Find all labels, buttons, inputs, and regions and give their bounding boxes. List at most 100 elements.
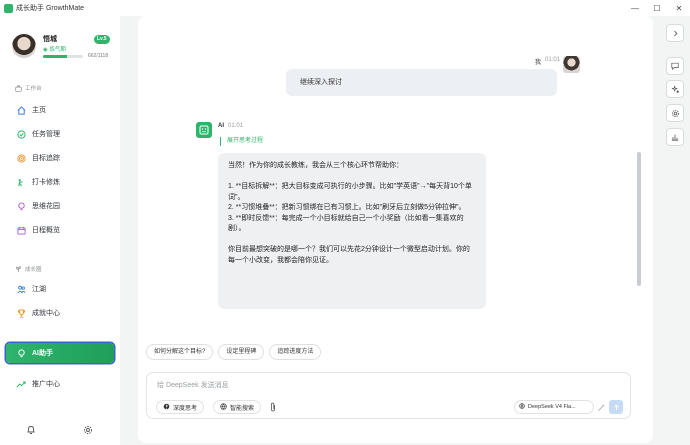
calendar-icon xyxy=(12,221,30,239)
send-button[interactable] xyxy=(609,400,623,414)
user-time: 01:01 xyxy=(545,57,561,63)
sidebar-item-achievements[interactable]: 成就中心 xyxy=(6,304,114,322)
title-bar: 成长助手 GrowthMate — ☐ ✕ xyxy=(0,0,690,16)
task-check-icon xyxy=(12,125,30,143)
globe-icon xyxy=(220,402,227,412)
suggestion-chip[interactable]: 如何分解这个目标? xyxy=(146,344,214,360)
deep-think-button[interactable]: 深度思考 xyxy=(156,400,205,414)
home-icon xyxy=(12,101,30,119)
briefcase-icon xyxy=(15,84,22,92)
composer: 深度思考 智能搜索 DeepSeek V4 Fla... xyxy=(146,372,631,419)
section-growth-label: 成长圈 xyxy=(25,267,42,273)
app-logo-icon xyxy=(4,3,13,13)
minimize-button[interactable]: — xyxy=(624,0,646,16)
suggestion-chips: 如何分解这个目标? 设定里程碑 追踪进度方法 xyxy=(146,344,322,360)
plant-icon xyxy=(15,265,22,273)
avatar[interactable] xyxy=(12,34,36,58)
user-message-bubble: 继续深入探讨 xyxy=(286,69,557,96)
ai-message-bubble: 当然！作为你的成长教练，我会从三个核心环节帮助你： 1. **目标拆解**：把大… xyxy=(218,153,486,309)
suggestion-chip[interactable]: 设定里程碑 xyxy=(218,344,265,360)
sidebar-item-ai-assistant[interactable]: AI助手 xyxy=(6,343,114,363)
sidebar-item-label: 推广中心 xyxy=(32,381,60,388)
user-sender: 我 xyxy=(535,60,542,66)
xp-progress-fill xyxy=(43,55,67,58)
lightbulb-icon xyxy=(12,197,30,215)
message-input[interactable] xyxy=(157,379,457,391)
robot-face-icon xyxy=(199,125,209,135)
collapse-panel-button[interactable] xyxy=(666,24,684,42)
profile-stage-label: 炼气期 xyxy=(49,47,66,53)
ai-sender: AI xyxy=(218,123,224,129)
sidebar-item-jianghu[interactable]: 江湖 xyxy=(6,280,114,298)
stage-icon: ◉ xyxy=(43,47,48,53)
magic-wand-icon[interactable] xyxy=(596,401,607,413)
sidebar-item-label: AI助手 xyxy=(32,350,53,357)
profile-name: 悟城 xyxy=(43,36,57,43)
sidebar-item-label: 成就中心 xyxy=(32,310,60,317)
window-controls: — ☐ ✕ xyxy=(624,0,690,16)
bulb-icon xyxy=(12,344,30,362)
sidebar-item-checkin[interactable]: 打卡修炼 xyxy=(6,173,114,191)
user-message-meta: 我 01:01 xyxy=(535,57,560,66)
sidebar-item-tasks[interactable]: 任务管理 xyxy=(6,125,114,143)
right-toolbar xyxy=(660,16,690,445)
sidebar-item-label: 任务管理 xyxy=(32,131,60,138)
ai-time: 01:01 xyxy=(228,123,244,129)
level-badge: Lv.5 xyxy=(94,35,110,44)
settings-button[interactable] xyxy=(666,104,684,122)
model-label: DeepSeek V4 Fla... xyxy=(528,404,576,410)
deep-think-icon xyxy=(163,403,170,412)
sidebar-item-label: 目标追踪 xyxy=(32,155,60,162)
chat-button[interactable] xyxy=(666,57,684,75)
sidebar-item-goals[interactable]: 目标追踪 xyxy=(6,149,114,167)
gear-icon[interactable] xyxy=(83,422,93,440)
deep-think-label: 深度思考 xyxy=(173,405,198,412)
user-avatar xyxy=(563,56,580,73)
sparkle-button[interactable] xyxy=(666,80,684,98)
close-button[interactable]: ✕ xyxy=(668,0,690,16)
sidebar: 悟城 Lv.5 ◉ 炼气期 662/1118 工作台 主页 任务管理 目标追踪 … xyxy=(0,16,120,445)
sidebar-footer xyxy=(0,415,120,445)
model-selector[interactable]: DeepSeek V4 Fla... xyxy=(514,400,594,414)
chat-scrollbar[interactable] xyxy=(637,152,641,286)
suggestion-chip[interactable]: 追踪进度方法 xyxy=(269,344,322,360)
sidebar-item-promotion[interactable]: 推广中心 xyxy=(6,375,114,393)
chat-icon xyxy=(671,62,679,70)
sidebar-item-label: 主页 xyxy=(32,107,46,114)
web-search-button[interactable]: 智能搜索 xyxy=(213,400,262,414)
trend-icon xyxy=(12,375,30,393)
web-search-label: 智能搜索 xyxy=(230,405,255,412)
sidebar-item-label: 江湖 xyxy=(32,286,46,293)
profile-stage: ◉ 炼气期 xyxy=(43,45,66,53)
gear-icon xyxy=(671,109,679,117)
ai-message-meta: AI 01:01 xyxy=(218,123,243,129)
checkin-icon xyxy=(12,173,30,191)
sparkle-icon xyxy=(671,85,679,93)
chart-icon xyxy=(671,134,679,141)
profile-card[interactable]: 悟城 Lv.5 ◉ 炼气期 662/1118 xyxy=(10,32,110,78)
arrow-up-icon xyxy=(613,403,619,410)
stats-button[interactable] xyxy=(666,128,684,146)
section-workspace-label: 工作台 xyxy=(25,86,42,92)
paperclip-icon[interactable] xyxy=(268,400,278,414)
maximize-button[interactable]: ☐ xyxy=(646,0,668,16)
sidebar-item-mind-garden[interactable]: 思维花园 xyxy=(6,197,114,215)
bell-icon[interactable] xyxy=(26,422,36,440)
section-growth: 成长圈 xyxy=(15,265,42,273)
section-workspace: 工作台 xyxy=(15,84,42,92)
thinking-toggle-button[interactable]: 展开思考过程 xyxy=(220,137,263,146)
sidebar-item-label: 打卡修炼 xyxy=(32,179,60,186)
xp-text: 662/1118 xyxy=(88,53,109,59)
globe-icon xyxy=(519,403,525,411)
ai-avatar xyxy=(196,122,212,138)
sidebar-item-label: 日程概览 xyxy=(32,227,60,234)
people-icon xyxy=(12,280,30,298)
xp-progress-bar xyxy=(43,55,83,58)
sidebar-item-home[interactable]: 主页 xyxy=(6,101,114,119)
chevron-right-icon xyxy=(673,30,677,36)
app-title: 成长助手 GrowthMate xyxy=(16,5,85,12)
trophy-icon xyxy=(12,304,30,322)
sidebar-item-label: 思维花园 xyxy=(32,203,60,210)
sidebar-item-schedule[interactable]: 日程概览 xyxy=(6,221,114,239)
target-icon xyxy=(12,149,30,167)
